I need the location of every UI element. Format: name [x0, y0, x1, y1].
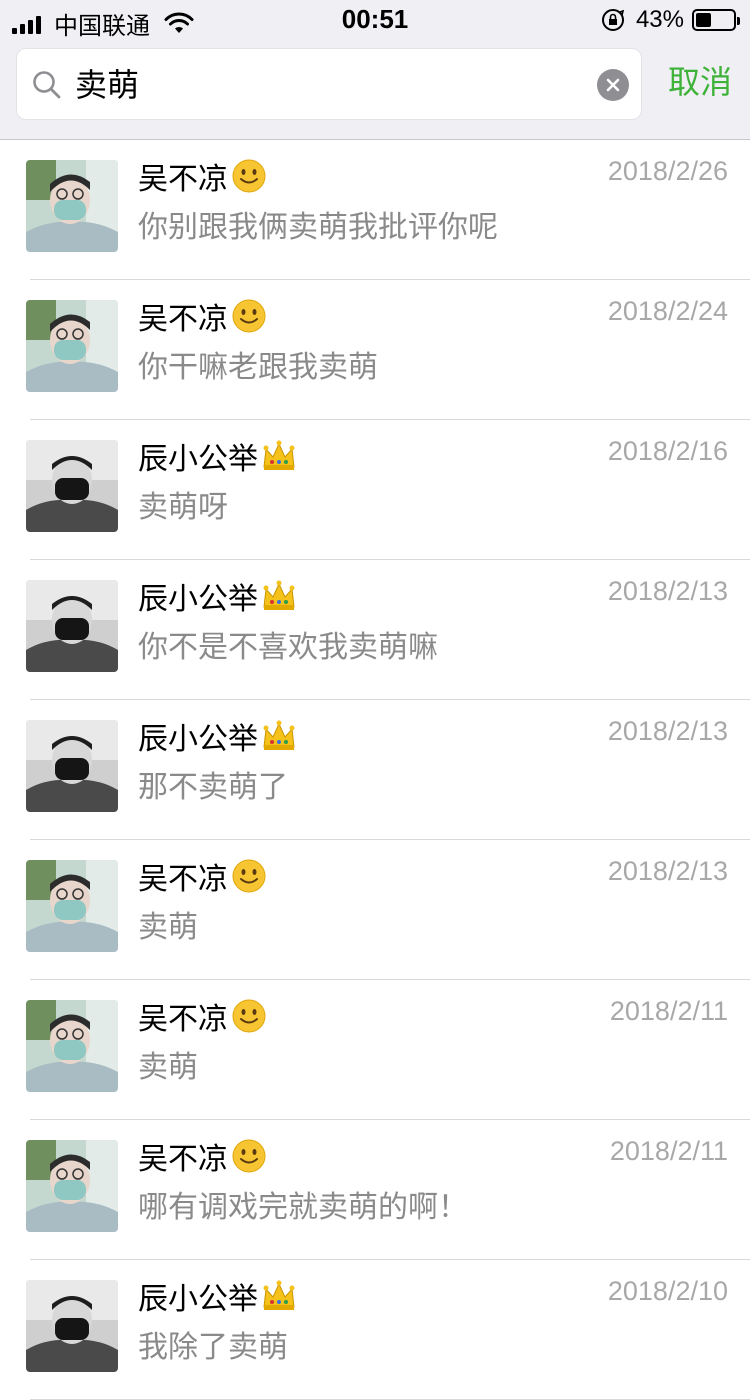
- sender-line: 辰小公举: [138, 714, 298, 758]
- search-icon: [33, 71, 61, 99]
- sender-line: 辰小公举: [138, 1274, 298, 1318]
- sender-name: 辰小公举: [138, 1282, 258, 1317]
- crown-emoji-icon: [263, 720, 295, 750]
- message-text: 卖萌: [138, 910, 198, 945]
- list-item[interactable]: 吴不凉 2018/2/24 你干嘛老跟我卖萌: [0, 280, 750, 420]
- sender-name: 辰小公举: [138, 722, 258, 757]
- avatar[interactable]: [26, 300, 118, 392]
- message-text: 卖萌呀: [138, 490, 228, 525]
- search-input[interactable]: 卖萌: [16, 48, 642, 120]
- list-item[interactable]: 辰小公举 2018/2/13 你不是不喜欢我卖萌嘛: [0, 560, 750, 700]
- search-query[interactable]: 卖萌: [75, 63, 139, 107]
- sender-name: 吴不凉: [138, 1002, 228, 1037]
- list-item[interactable]: 吴不凉 2018/2/11 哪有调戏完就卖萌的啊！: [0, 1120, 750, 1260]
- list-item[interactable]: 辰小公举 2018/2/16 卖萌呀: [0, 420, 750, 560]
- avatar[interactable]: [26, 1140, 118, 1232]
- sender-name: 吴不凉: [138, 302, 228, 337]
- message-text: 我除了卖萌: [138, 1330, 288, 1365]
- message-text: 那不卖萌了: [138, 770, 288, 805]
- search-header: 卖萌 取消: [0, 40, 750, 140]
- message-text: 哪有调戏完就卖萌的啊！: [138, 1190, 468, 1225]
- battery-fill: [696, 13, 712, 27]
- message-text: 你干嘛老跟我卖萌: [138, 350, 378, 385]
- smile-emoji-icon: [232, 859, 266, 893]
- smile-emoji-icon: [232, 299, 266, 333]
- rotation-lock-icon: [601, 9, 625, 31]
- clear-search-button[interactable]: [597, 69, 629, 101]
- message-date: 2018/2/24: [607, 296, 728, 326]
- sender-line: 吴不凉: [138, 294, 268, 338]
- avatar[interactable]: [26, 1280, 118, 1372]
- list-item[interactable]: 吴不凉 2018/2/11 卖萌: [0, 980, 750, 1120]
- smile-emoji-icon: [232, 999, 266, 1033]
- avatar[interactable]: [26, 580, 118, 672]
- avatar[interactable]: [26, 720, 118, 812]
- avatar[interactable]: [26, 1000, 118, 1092]
- search-results-list: 吴不凉 2018/2/26 你别跟我俩卖萌我批评你呢 吴不凉 2018/2/24…: [0, 140, 750, 1400]
- sender-line: 吴不凉: [138, 854, 268, 898]
- sender-line: 吴不凉: [138, 994, 268, 1038]
- message-date: 2018/2/11: [609, 1136, 728, 1166]
- sender-line: 吴不凉: [138, 154, 268, 198]
- battery-percent: 43%: [635, 6, 684, 33]
- sender-line: 吴不凉: [138, 1134, 268, 1178]
- list-item[interactable]: 吴不凉 2018/2/13 卖萌: [0, 840, 750, 980]
- status-right: 43%: [600, 6, 740, 34]
- sender-name: 吴不凉: [138, 862, 228, 897]
- list-item[interactable]: 辰小公举 2018/2/10 我除了卖萌: [0, 1260, 750, 1400]
- smile-emoji-icon: [232, 159, 266, 193]
- sender-line: 辰小公举: [138, 574, 298, 618]
- sender-name: 吴不凉: [138, 1142, 228, 1177]
- sender-name: 辰小公举: [138, 442, 258, 477]
- message-date: 2018/2/13: [607, 856, 728, 886]
- sender-name: 辰小公举: [138, 582, 258, 617]
- sender-name: 吴不凉: [138, 162, 228, 197]
- message-date: 2018/2/13: [607, 576, 728, 606]
- battery-icon: [692, 9, 740, 31]
- list-item[interactable]: 吴不凉 2018/2/26 你别跟我俩卖萌我批评你呢: [0, 140, 750, 280]
- message-text: 你不是不喜欢我卖萌嘛: [138, 630, 438, 665]
- avatar[interactable]: [26, 860, 118, 952]
- sender-line: 辰小公举: [138, 434, 298, 478]
- crown-emoji-icon: [263, 440, 295, 470]
- message-date: 2018/2/11: [609, 996, 728, 1026]
- message-date: 2018/2/26: [607, 156, 728, 186]
- message-date: 2018/2/16: [607, 436, 728, 466]
- crown-emoji-icon: [263, 1280, 295, 1310]
- cancel-button[interactable]: 取消: [668, 60, 732, 104]
- message-text: 卖萌: [138, 1050, 198, 1085]
- avatar[interactable]: [26, 160, 118, 252]
- avatar[interactable]: [26, 440, 118, 532]
- list-item[interactable]: 辰小公举 2018/2/13 那不卖萌了: [0, 700, 750, 840]
- smile-emoji-icon: [232, 1139, 266, 1173]
- status-bar: 中国联通 00:51 43%: [0, 0, 750, 40]
- message-date: 2018/2/13: [607, 716, 728, 746]
- message-text: 你别跟我俩卖萌我批评你呢: [138, 210, 498, 245]
- message-date: 2018/2/10: [607, 1276, 728, 1306]
- crown-emoji-icon: [263, 580, 295, 610]
- close-icon: [606, 78, 620, 92]
